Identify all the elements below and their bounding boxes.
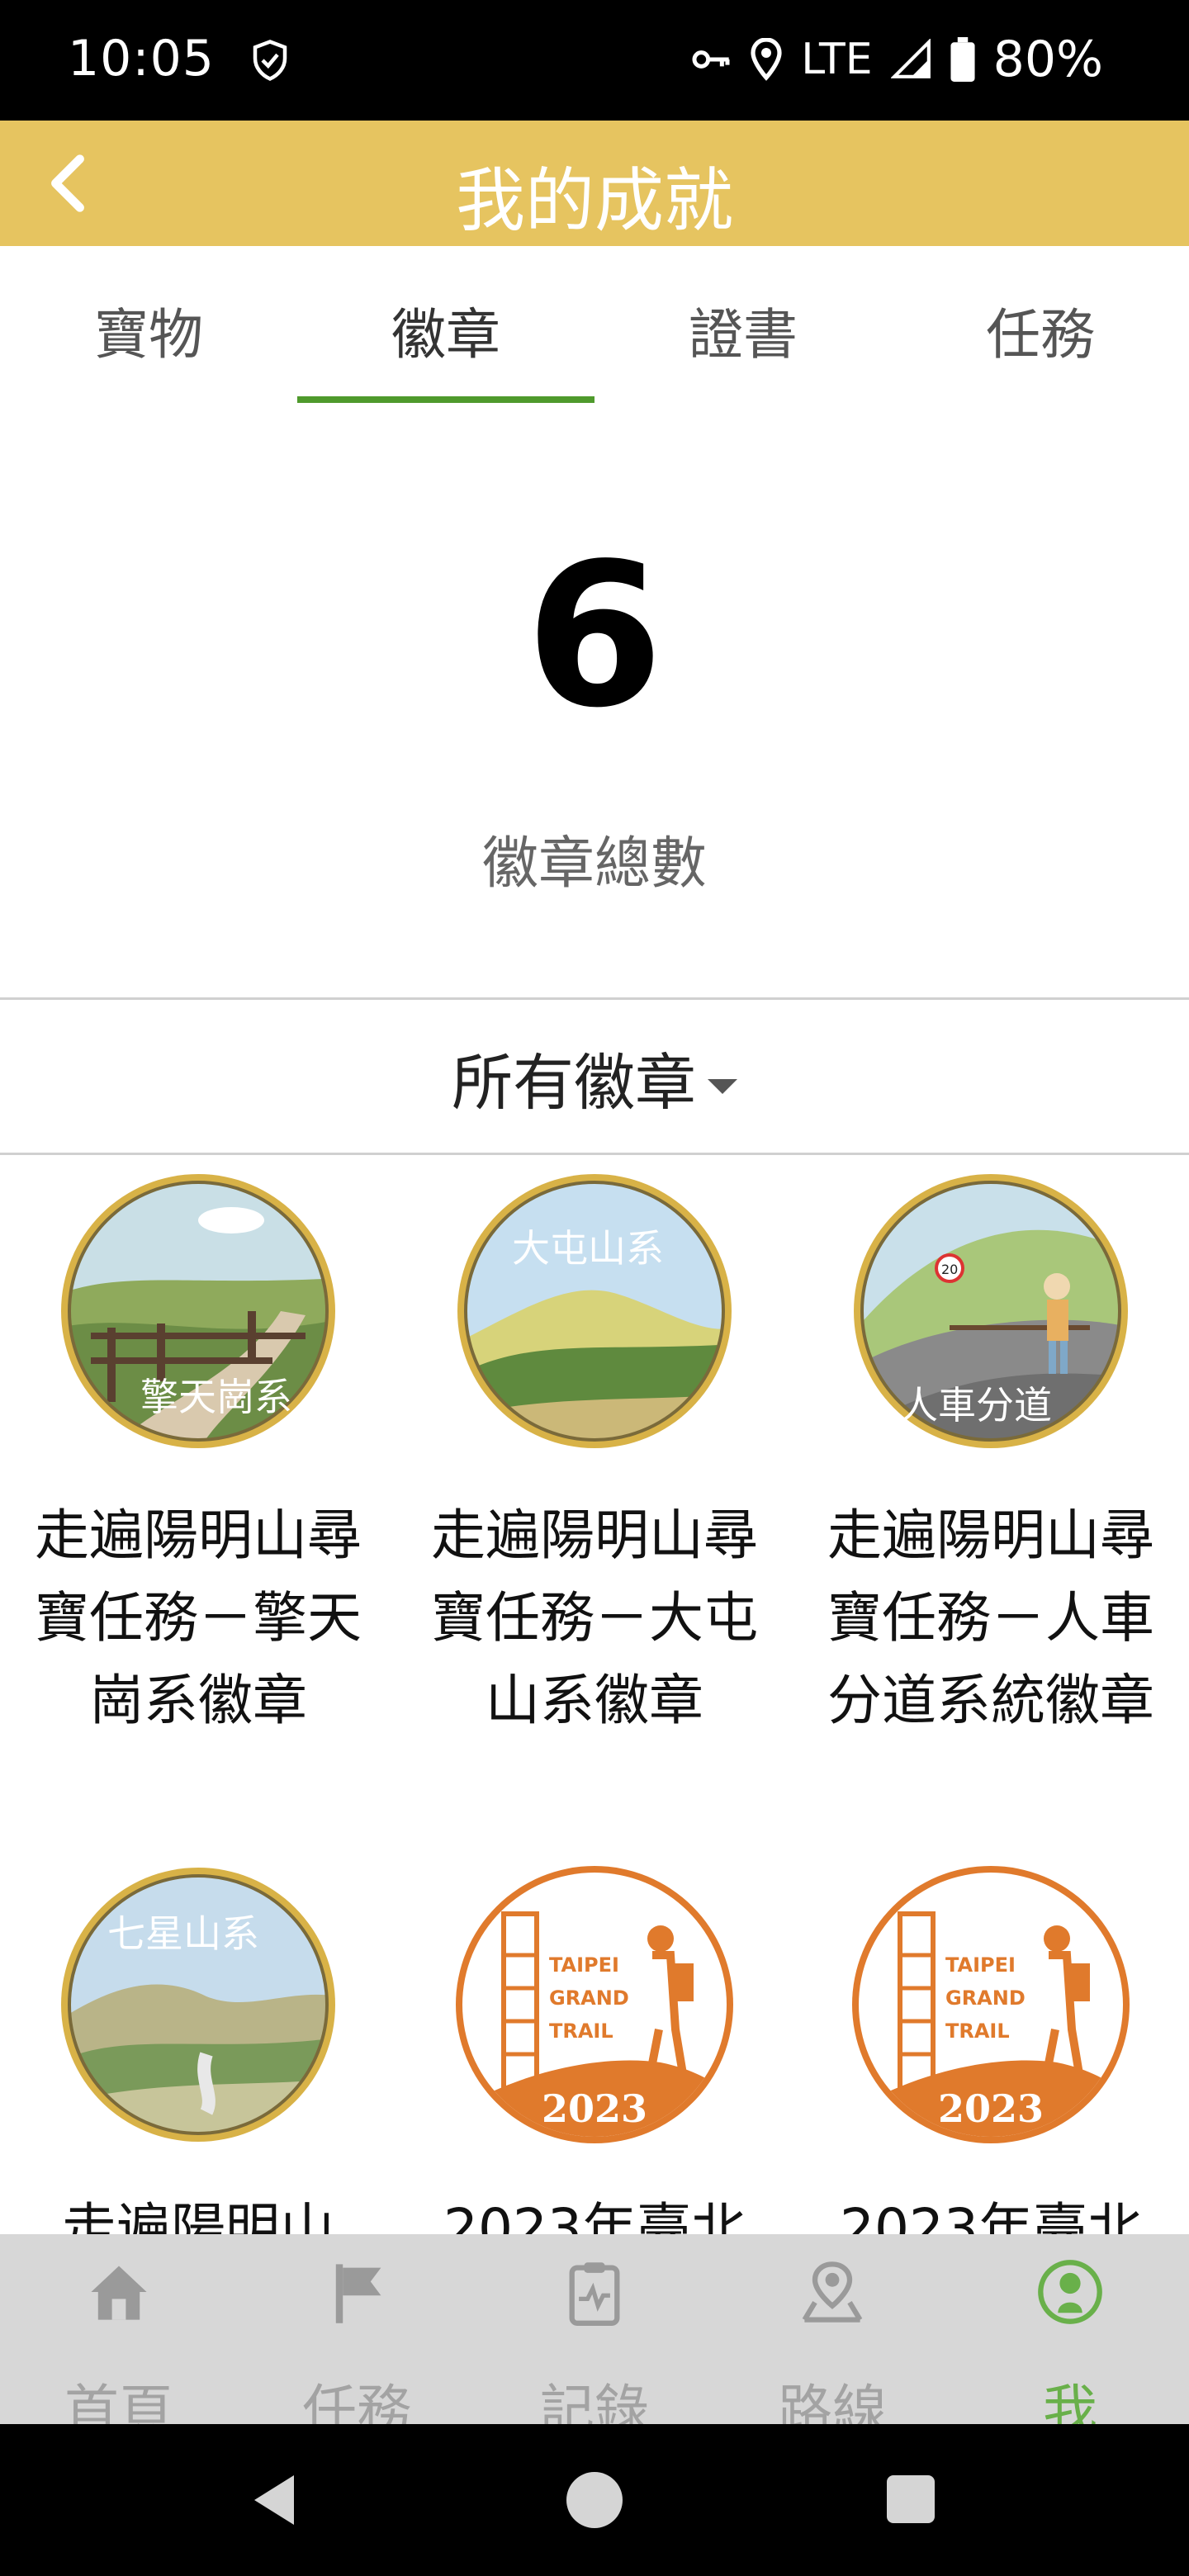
active-tab-indicator bbox=[297, 396, 594, 403]
badge-text: GRAND bbox=[945, 1986, 1026, 2010]
home-icon bbox=[91, 2266, 147, 2320]
nav-records[interactable]: 記錄 bbox=[476, 2234, 713, 2424]
badge-text: TRAIL bbox=[945, 2020, 1010, 2043]
battery-percent: 80% bbox=[992, 31, 1103, 88]
badge-item[interactable]: 擎天崗系 走遍陽明山尋寶任務－擎天崗系徽章 bbox=[0, 1156, 396, 1742]
badge-filter-dropdown[interactable]: 所有徽章 bbox=[0, 1034, 1189, 1122]
badge-year: 2023 bbox=[938, 2086, 1044, 2131]
badge-text: 七星山系 bbox=[107, 1911, 259, 1956]
badge-grid: 擎天崗系 走遍陽明山尋寶任務－擎天崗系徽章 大屯山系 走遍陽明山尋寶任務－大屯山… bbox=[0, 1156, 1189, 2234]
badge-item[interactable]: TAIPEI GRAND TRAIL 2023 2023年臺北 bbox=[793, 1849, 1189, 2234]
badge-qixing-illustration: 七星山系 bbox=[61, 1868, 335, 2142]
tab-label: 證書 bbox=[689, 303, 798, 367]
badge-title: 2023年臺北 bbox=[840, 2197, 1142, 2234]
badge-title: 走遍陽明山尋寶任務－擎天崗系徽章 bbox=[35, 1503, 362, 1732]
badge-taipei-grand-trail-illustration: TAIPEI GRAND TRAIL 2023 bbox=[456, 1866, 733, 2143]
system-back-icon[interactable] bbox=[248, 2472, 301, 2528]
flag-icon bbox=[335, 2264, 381, 2323]
status-bar: 10:05 LTE 80% bbox=[0, 0, 1189, 121]
badge-text: TAIPEI bbox=[549, 1953, 619, 1977]
badge-qingtiangang-illustration: 擎天崗系 bbox=[61, 1174, 335, 1448]
nav-routes[interactable]: 路線 bbox=[713, 2234, 951, 2424]
badge-text: TRAIL bbox=[549, 2020, 613, 2043]
badge-pedestrian-path-illustration: 20 人車分道 bbox=[854, 1174, 1128, 1448]
badge-image: TAIPEI GRAND TRAIL 2023 bbox=[850, 1864, 1131, 2145]
badge-image: 大屯山系 bbox=[454, 1171, 735, 1451]
badge-title: 走遍陽明山 bbox=[62, 2197, 334, 2234]
badge-item[interactable]: 20 人車分道 走遍陽明山尋寶任務－人車分道系統徽章 bbox=[793, 1156, 1189, 1742]
nav-label: 任務 bbox=[302, 2379, 411, 2424]
badge-count-label: 徽章總數 bbox=[481, 831, 707, 897]
tab-bar: 寶物 徽章 證書 任務 bbox=[0, 246, 1189, 403]
bottom-navigation: 首頁 任務 記錄 路線 我 bbox=[0, 2234, 1189, 2424]
divider bbox=[0, 997, 1189, 1000]
clipboard-icon bbox=[569, 2262, 620, 2326]
tab-label: 徽章 bbox=[391, 303, 500, 367]
nav-label: 首頁 bbox=[64, 2379, 173, 2424]
badge-title: 2023年臺北 bbox=[443, 2197, 746, 2234]
location-icon bbox=[751, 38, 782, 81]
badge-image: 20 人車分道 bbox=[850, 1171, 1131, 1451]
page-title: 我的成就 bbox=[455, 160, 733, 241]
badge-image: TAIPEI GRAND TRAIL 2023 bbox=[454, 1864, 735, 2145]
badge-image: 擎天崗系 bbox=[58, 1171, 339, 1451]
divider bbox=[0, 1153, 1189, 1155]
network-type: LTE bbox=[801, 35, 873, 84]
filter-selected: 所有徽章 bbox=[452, 1048, 696, 1119]
badge-item[interactable]: 七星山系 走遍陽明山 bbox=[0, 1849, 396, 2234]
tab-label: 任務 bbox=[986, 303, 1095, 367]
speed-sign-text: 20 bbox=[941, 1262, 958, 1277]
badge-year: 2023 bbox=[542, 2086, 647, 2131]
tab-badges[interactable]: 徽章 bbox=[297, 246, 594, 403]
tab-treasures[interactable]: 寶物 bbox=[0, 246, 297, 403]
badge-title: 走遍陽明山尋寶任務－人車分道系統徽章 bbox=[827, 1503, 1154, 1732]
badge-image: 七星山系 bbox=[58, 1864, 339, 2145]
signal-icon bbox=[890, 39, 931, 78]
tab-certificates[interactable]: 證書 bbox=[594, 246, 892, 403]
nav-label: 路線 bbox=[778, 2379, 887, 2424]
dropdown-arrow-icon bbox=[708, 1079, 737, 1095]
badge-taipei-grand-trail-illustration: TAIPEI GRAND TRAIL 2023 bbox=[852, 1866, 1130, 2143]
person-icon bbox=[1038, 2260, 1102, 2324]
nav-home[interactable]: 首頁 bbox=[0, 2234, 238, 2424]
nav-missions[interactable]: 任務 bbox=[238, 2234, 476, 2424]
vpn-key-icon bbox=[692, 50, 730, 69]
app-header: 我的成就 bbox=[0, 121, 1189, 246]
map-pin-icon bbox=[802, 2261, 863, 2323]
nav-me[interactable]: 我 bbox=[951, 2234, 1189, 2424]
system-recents-button[interactable] bbox=[887, 2475, 935, 2523]
badge-count: 6 bbox=[525, 520, 664, 751]
badge-datun-illustration: 大屯山系 bbox=[457, 1174, 732, 1448]
badge-text: 大屯山系 bbox=[512, 1226, 664, 1271]
system-navigation-bar bbox=[0, 2424, 1189, 2576]
badge-item[interactable]: TAIPEI GRAND TRAIL 2023 2023年臺北 bbox=[396, 1849, 793, 2234]
badge-text: 人車分道 bbox=[900, 1383, 1052, 1428]
badge-text: 擎天崗系 bbox=[140, 1375, 292, 1419]
system-home-button[interactable] bbox=[566, 2472, 623, 2528]
badge-title: 走遍陽明山尋寶任務－大屯山系徽章 bbox=[431, 1503, 758, 1732]
battery-icon bbox=[950, 37, 975, 82]
badge-text: TAIPEI bbox=[945, 1953, 1016, 1977]
nav-label: 我 bbox=[1043, 2379, 1097, 2424]
badge-text: GRAND bbox=[549, 1986, 629, 2010]
badge-item[interactable]: 大屯山系 走遍陽明山尋寶任務－大屯山系徽章 bbox=[396, 1156, 793, 1742]
tab-label: 寶物 bbox=[94, 303, 203, 367]
status-time: 10:05 bbox=[68, 30, 215, 88]
nav-label: 記錄 bbox=[540, 2379, 649, 2424]
tab-missions[interactable]: 任務 bbox=[892, 246, 1189, 403]
shield-icon bbox=[253, 40, 287, 81]
